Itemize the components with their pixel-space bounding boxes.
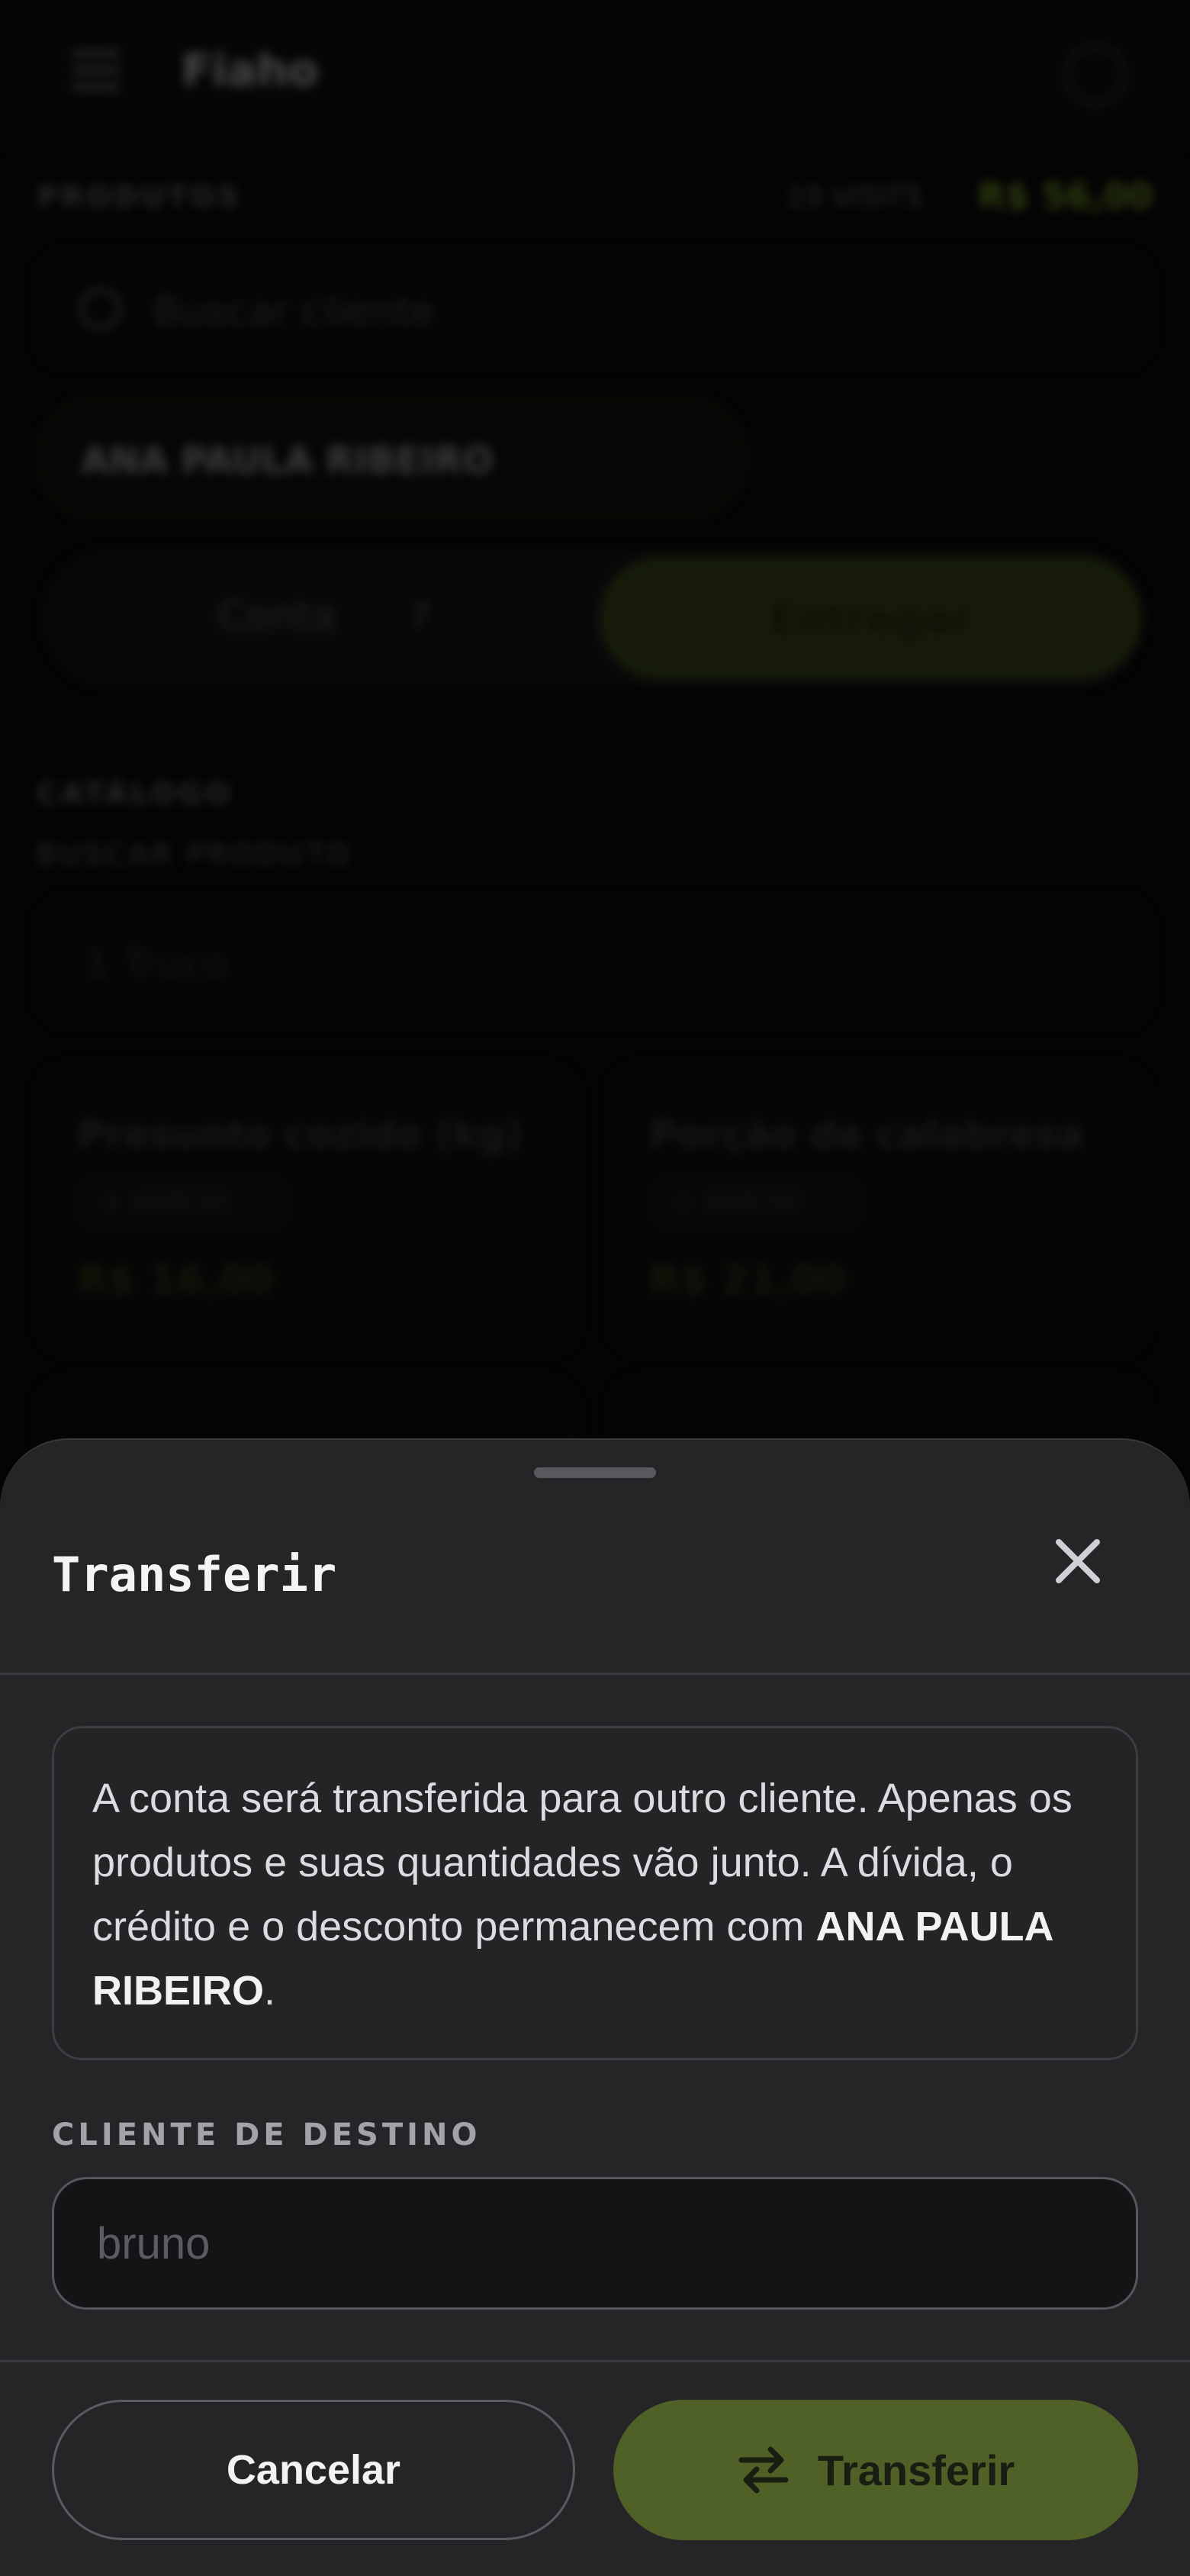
divider (0, 1673, 1190, 1675)
sheet-title: Transferir (52, 1547, 337, 1602)
transfer-bottom-sheet: Transferir A conta será transferida para… (0, 1438, 1190, 2576)
divider (0, 2360, 1190, 2362)
transfer-button[interactable]: Transferir (613, 2400, 1138, 2540)
dest-client-label: CLIENTE DE DESTINO (52, 2117, 481, 2153)
info-box: A conta será transferida para outro clie… (52, 1726, 1138, 2060)
close-button[interactable] (1045, 1528, 1111, 1594)
swap-arrows-icon (738, 2446, 789, 2494)
info-text: A conta será transferida para outro clie… (92, 1776, 1073, 2014)
drag-handle[interactable] (534, 1467, 656, 1478)
dest-client-input[interactable] (52, 2177, 1138, 2310)
cancel-button[interactable]: Cancelar (52, 2400, 575, 2540)
transfer-button-label: Transferir (817, 2446, 1015, 2494)
close-icon (1056, 1539, 1100, 1583)
